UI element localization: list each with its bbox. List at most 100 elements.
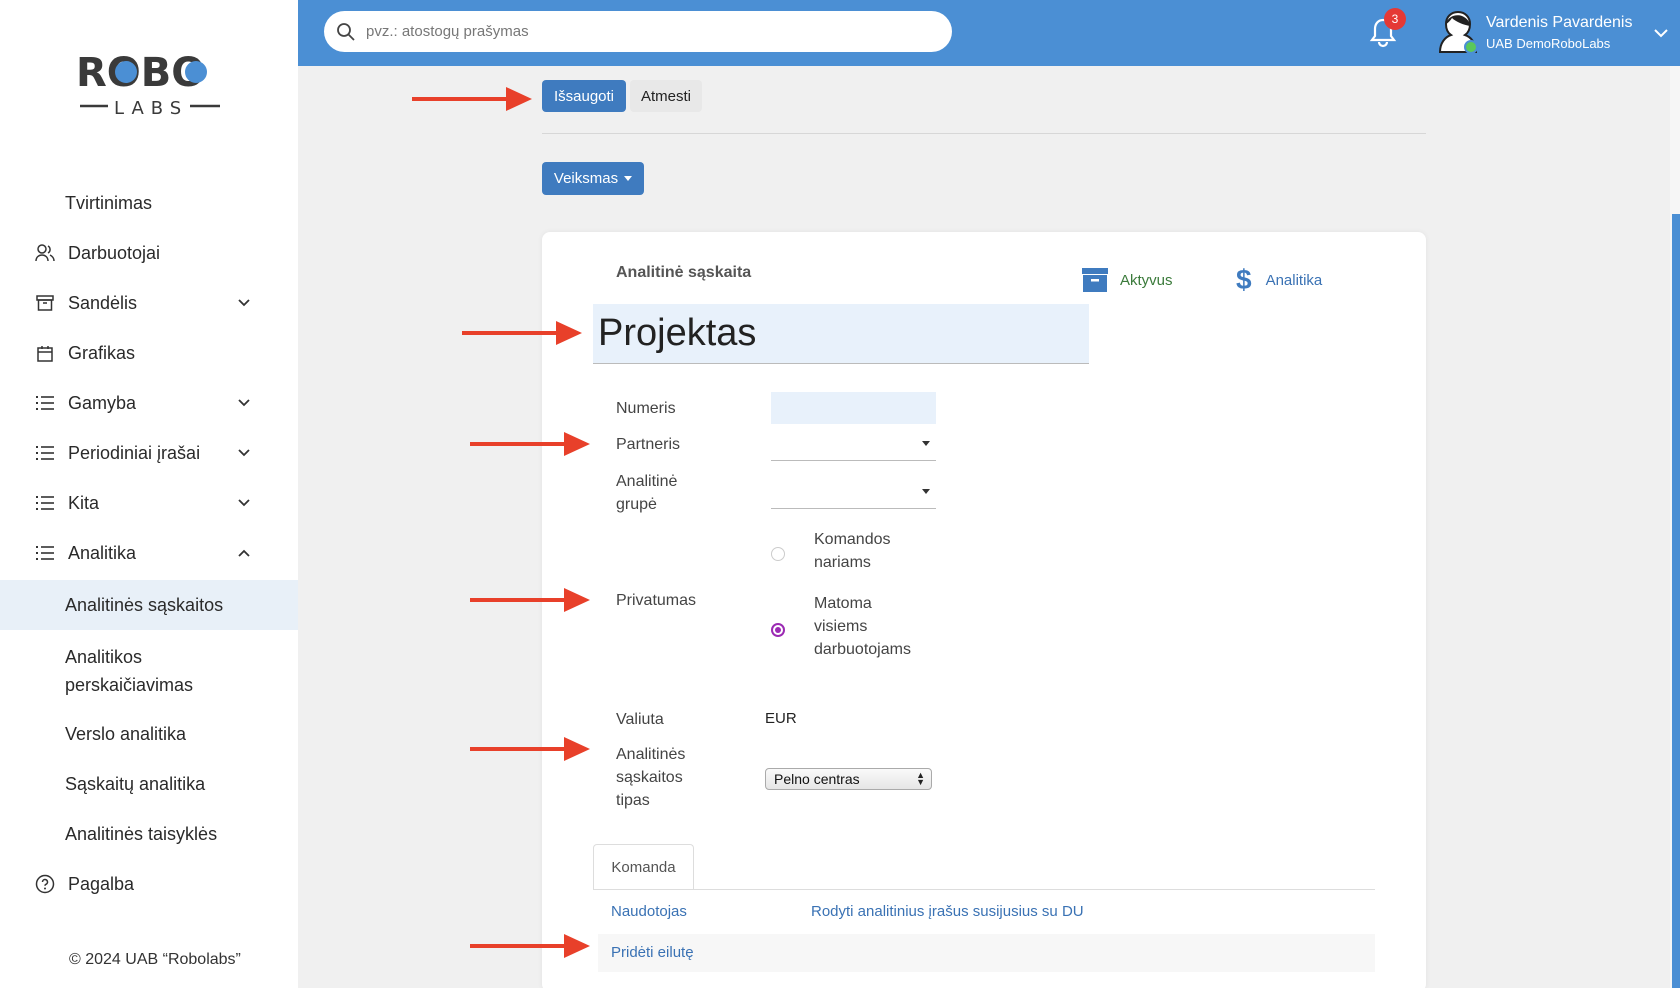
sidebar-item-label: Periodiniai įrašai xyxy=(68,442,201,463)
sidebar-subitem-analitikos-perskaiciavimas[interactable]: Analitikos perskaičiavimas xyxy=(0,643,298,699)
sidebar-item-darbuotojai[interactable]: Darbuotojai xyxy=(0,240,298,266)
sidebar-item-analitika[interactable]: Analitika xyxy=(0,540,298,566)
sidebar-item-label: Kita xyxy=(68,492,100,513)
sidebar-item-kita[interactable]: Kita xyxy=(0,490,298,516)
sidebar-subitem-saskaitu-analitika[interactable]: Sąskaitų analitika xyxy=(0,771,298,797)
user-name[interactable]: Vardenis Pavardenis xyxy=(1486,14,1632,32)
analitine-grupe-label-line: grupė xyxy=(616,496,657,513)
record-type-label: Analitinė sąskaita xyxy=(616,264,752,281)
discard-button[interactable]: Atmesti xyxy=(630,80,702,112)
online-status-indicator xyxy=(1464,40,1478,54)
logo-text-bottom: LABS xyxy=(114,98,188,118)
user-company[interactable]: UAB DemoRoboLabs xyxy=(1486,36,1610,51)
sidebar-subitem-verslo-analitika[interactable]: Verslo analitika xyxy=(0,721,298,747)
annotation-arrow xyxy=(470,432,590,456)
column-header-user[interactable]: Naudotojas xyxy=(611,903,687,920)
dollar-icon: $ xyxy=(1236,264,1252,295)
save-button[interactable]: Išsaugoti xyxy=(542,80,626,112)
partneris-label: Partneris xyxy=(616,436,681,453)
account-type-value: Pelno centras xyxy=(774,771,860,787)
sidebar-item-label: Analitinės sąskaitos xyxy=(65,594,224,615)
active-label: Aktyvus xyxy=(1120,271,1173,289)
sidebar-item-label: Analitinės taisyklės xyxy=(65,823,218,844)
search-input[interactable] xyxy=(366,23,926,40)
sidebar-item-gamyba[interactable]: Gamyba xyxy=(0,390,298,416)
privacy-option-line: Komandos xyxy=(814,531,891,548)
robolabs-logo[interactable]: ROBO LABS xyxy=(74,44,224,118)
privacy-option-line: visiems xyxy=(814,618,868,635)
column-header-du[interactable]: Rodyti analitinius įrašus susijusius su … xyxy=(811,903,1084,920)
analitine-grupe-select[interactable] xyxy=(771,475,936,507)
chevron-up-icon[interactable] xyxy=(236,545,252,561)
tab-divider xyxy=(593,889,1375,890)
chevron-down-icon[interactable] xyxy=(236,295,252,311)
caret-down-icon[interactable] xyxy=(922,441,930,446)
account-type-label-line: sąskaitos xyxy=(616,769,683,786)
add-line-link[interactable]: Pridėti eilutę xyxy=(611,944,694,961)
numeris-label: Numeris xyxy=(616,400,676,417)
privacy-option-line: darbuotojams xyxy=(814,641,911,658)
annotation-arrow xyxy=(462,321,582,345)
caret-down-icon xyxy=(624,176,633,181)
annotation-arrow xyxy=(412,87,532,111)
list-icon xyxy=(34,392,56,414)
search-box[interactable] xyxy=(324,11,952,52)
chevron-down-icon[interactable] xyxy=(1652,24,1670,42)
account-type-label: Analitinės sąskaitos tipas xyxy=(616,743,685,812)
help-icon xyxy=(34,873,56,895)
add-line-row xyxy=(598,934,1375,972)
chevron-down-icon[interactable] xyxy=(236,495,252,511)
annotation-arrow xyxy=(470,588,590,612)
sidebar-subitem-analitines-taisykles[interactable]: Analitinės taisyklės xyxy=(0,821,298,847)
sidebar-item-label: Analitikos xyxy=(65,647,143,667)
sidebar-item-tvirtinimas[interactable]: Tvirtinimas xyxy=(0,190,298,216)
list-icon xyxy=(34,542,56,564)
sidebar-item-periodiniai-irasai[interactable]: Periodiniai įrašai xyxy=(0,440,298,466)
topbar: 3 Vardenis Pavardenis UAB DemoRoboLabs xyxy=(298,0,1680,66)
sidebar-item-sandelis[interactable]: Sandėlis xyxy=(0,290,298,316)
account-type-label-line: Analitinės xyxy=(616,746,686,763)
analytics-smart-button[interactable]: $ Analitika xyxy=(1236,266,1322,294)
analitine-grupe-label-line: Analitinė xyxy=(616,473,678,490)
analitine-grupe-label: Analitinė grupė xyxy=(616,470,677,516)
privatumas-label: Privatumas xyxy=(616,592,697,609)
list-icon xyxy=(34,492,56,514)
privacy-radio-team[interactable] xyxy=(771,547,785,561)
caret-down-icon[interactable] xyxy=(922,489,930,494)
sidebar-item-label: Darbuotojai xyxy=(68,242,161,263)
users-icon xyxy=(34,242,56,264)
sidebar-item-label: Sąskaitų analitika xyxy=(65,773,206,794)
account-type-label-line: tipas xyxy=(616,792,650,809)
privacy-option-team-label[interactable]: Komandos nariams xyxy=(814,528,891,574)
sidebar-item-pagalba[interactable]: Pagalba xyxy=(0,871,298,897)
valiuta-value[interactable]: EUR xyxy=(765,710,797,727)
notifications-badge: 3 xyxy=(1384,8,1406,30)
scrollbar-thumb[interactable] xyxy=(1672,214,1680,988)
name-input[interactable]: Projektas xyxy=(593,304,1089,364)
sidebar-item-label: Gamyba xyxy=(68,392,137,413)
analytics-label: Analitika xyxy=(1265,271,1323,289)
privacy-radio-everyone[interactable] xyxy=(771,623,785,637)
analitine-grupe-underline xyxy=(771,508,936,509)
privacy-option-everyone-label[interactable]: Matoma visiems darbuotojams xyxy=(814,592,911,661)
privacy-option-line: Matoma xyxy=(814,595,872,612)
list-icon xyxy=(34,442,56,464)
action-menu-button[interactable]: Veiksmas xyxy=(542,162,644,195)
sidebar-item-grafikas[interactable]: Grafikas xyxy=(0,340,298,366)
tab-komanda[interactable]: Komanda xyxy=(593,844,694,890)
active-toggle-button[interactable]: Aktyvus xyxy=(1082,268,1173,292)
sidebar-subitem-analitines-saskaitos[interactable]: Analitinės sąskaitos xyxy=(0,580,298,630)
divider xyxy=(542,133,1426,134)
archive-icon xyxy=(34,292,56,314)
calendar-icon xyxy=(34,342,56,364)
chevron-down-icon[interactable] xyxy=(236,445,252,461)
numeris-input[interactable] xyxy=(771,392,936,424)
sidebar-item-label: Sandėlis xyxy=(68,292,138,313)
partneris-select[interactable] xyxy=(771,428,936,460)
copyright: © 2024 UAB “Robolabs” xyxy=(69,951,241,968)
select-arrows-icon: ▲ ▼ xyxy=(916,770,925,787)
chevron-down-icon[interactable] xyxy=(236,395,252,411)
sidebar-item-label: Verslo analitika xyxy=(65,723,187,744)
valiuta-label: Valiuta xyxy=(616,711,664,728)
account-type-select[interactable]: Pelno centras ▲ ▼ xyxy=(765,768,932,790)
